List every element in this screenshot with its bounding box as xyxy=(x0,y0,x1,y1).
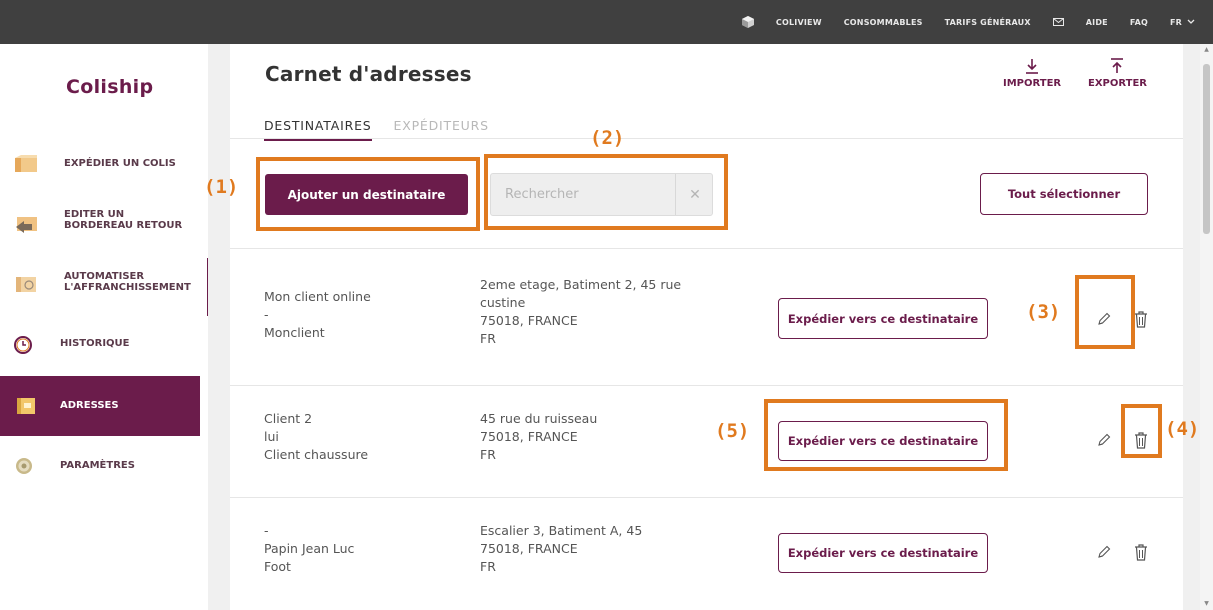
gear-icon xyxy=(16,458,32,474)
import-button[interactable]: IMPORTER xyxy=(1003,58,1061,89)
pencil-icon[interactable] xyxy=(1094,542,1114,562)
logo[interactable]: Coliship xyxy=(66,76,153,98)
mail-icon[interactable] xyxy=(1052,18,1064,26)
recipient-name-line: Monclient xyxy=(264,325,325,340)
recipient-name-line: - xyxy=(264,523,269,538)
topnav-consommables[interactable]: CONSOMMABLES xyxy=(844,18,923,27)
annotation-label-5: (5) xyxy=(715,420,750,442)
annotation-box-1 xyxy=(256,157,480,231)
recipient-name-line: - xyxy=(264,307,269,322)
sidebar-item-bordereau[interactable]: EDITER UN BORDEREAU RETOUR xyxy=(0,194,200,254)
page-title: Carnet d'adresses xyxy=(265,62,472,86)
clock-icon xyxy=(14,336,32,354)
address-line: 2eme etage, Batiment 2, 45 rue xyxy=(480,277,682,292)
recipient-name-line: lui xyxy=(264,429,279,444)
select-all-button[interactable]: Tout sélectionner xyxy=(980,173,1148,215)
divider xyxy=(230,497,1183,498)
upload-icon xyxy=(1111,58,1124,73)
address-line: 75018, FRANCE xyxy=(480,313,578,328)
sidebar-item-label: PARAMÈTRES xyxy=(60,460,135,471)
sidebar-item-label-2: BORDEREAU RETOUR xyxy=(64,220,183,231)
import-label: IMPORTER xyxy=(1003,78,1062,89)
package-icon xyxy=(15,155,37,172)
address-line: 75018, FRANCE xyxy=(480,429,578,444)
recipient-name-line: Client chaussure xyxy=(264,447,369,462)
annotation-label-2: (2) xyxy=(590,127,625,149)
ship-to-recipient-button[interactable]: Expédier vers ce destinataire xyxy=(778,533,988,573)
sidebar-item-label: ADRESSES xyxy=(60,400,119,411)
address-line: Escalier 3, Batiment A, 45 xyxy=(480,523,643,538)
recipient-name-line: Mon client online xyxy=(264,289,371,304)
return-package-icon xyxy=(16,217,37,233)
download-icon xyxy=(1026,59,1039,74)
annotation-box-3 xyxy=(1075,275,1135,349)
address-line: 45 rue du ruisseau xyxy=(480,411,598,426)
divider xyxy=(230,138,1183,139)
sidebar-item-expedier[interactable]: EXPÉDIER UN COLIS xyxy=(0,134,200,194)
divider xyxy=(230,385,1183,386)
address-line: 75018, FRANCE xyxy=(480,541,578,556)
scrollbar[interactable] xyxy=(1200,44,1213,610)
annotation-box-5 xyxy=(764,399,1008,471)
recipient-names: Mon client online - Monclient xyxy=(264,288,371,342)
top-nav: COLIVIEW CONSOMMABLES TARIFS GÉNÉRAUX AI… xyxy=(741,0,1195,44)
scrollbar-thumb[interactable] xyxy=(1203,64,1210,234)
address-line: FR xyxy=(480,559,496,574)
pencil-icon[interactable] xyxy=(1094,430,1114,450)
divider xyxy=(230,248,1183,249)
annotation-box-2 xyxy=(484,154,728,230)
address-line: FR xyxy=(480,331,496,346)
sidebar-item-label: EXPÉDIER UN COLIS xyxy=(64,158,176,169)
annotation-label-1: (1) xyxy=(204,176,239,198)
annotation-label-4: (4) xyxy=(1165,418,1200,440)
scroll-up-arrow[interactable]: ▲ xyxy=(1200,44,1213,56)
recipient-names: - Papin Jean Luc Foot xyxy=(264,522,354,576)
language-label: FR xyxy=(1169,17,1182,27)
sidebar-item-label: EDITER UN xyxy=(64,209,125,220)
export-button[interactable]: EXPORTER xyxy=(1088,58,1147,89)
sidebar-item-label: HISTORIQUE xyxy=(60,338,130,349)
topnav-aide[interactable]: AIDE xyxy=(1086,18,1108,27)
address-book-icon xyxy=(17,398,35,414)
trash-icon[interactable] xyxy=(1131,542,1151,562)
cube-icon[interactable] xyxy=(741,16,754,28)
address-line: custine xyxy=(480,295,526,310)
top-bar: COLIVIEW CONSOMMABLES TARIFS GÉNÉRAUX AI… xyxy=(0,0,1213,44)
sidebar-item-historique[interactable]: HISTORIQUE xyxy=(0,314,200,374)
recipient-name-line: Foot xyxy=(264,559,291,574)
recipient-address: 2eme etage, Batiment 2, 45 rue custine 7… xyxy=(480,276,681,348)
topnav-coliview[interactable]: COLIVIEW xyxy=(776,18,822,27)
chevron-down-icon xyxy=(1187,19,1195,24)
annotation-label-3: (3) xyxy=(1026,301,1061,323)
sidebar-item-label: AUTOMATISER xyxy=(64,271,145,282)
recipient-name-line: Papin Jean Luc xyxy=(264,541,355,556)
auto-package-icon xyxy=(16,277,36,292)
sidebar-item-automatiser[interactable]: AUTOMATISER L'AFFRANCHISSEMENT xyxy=(0,254,200,314)
topnav-tarifs[interactable]: TARIFS GÉNÉRAUX xyxy=(945,18,1031,27)
scroll-down-arrow[interactable]: ▼ xyxy=(1200,598,1213,610)
language-select[interactable]: FR xyxy=(1170,18,1195,27)
recipient-name-line: Client 2 xyxy=(264,411,313,426)
ship-to-recipient-button[interactable]: Expédier vers ce destinataire xyxy=(778,298,988,339)
recipient-names: Client 2 lui Client chaussure xyxy=(264,410,368,464)
export-label: EXPORTER xyxy=(1088,78,1147,89)
address-line: FR xyxy=(480,447,496,462)
recipient-address: Escalier 3, Batiment A, 45 75018, FRANCE… xyxy=(480,522,642,576)
sidebar-item-parametres[interactable]: PARAMÈTRES xyxy=(0,436,200,496)
sidebar-item-adresses[interactable]: ADRESSES xyxy=(0,376,200,436)
recipient-address: 45 rue du ruisseau 75018, FRANCE FR xyxy=(480,410,597,464)
sidebar-item-label-2: L'AFFRANCHISSEMENT xyxy=(64,282,191,293)
topnav-faq[interactable]: FAQ xyxy=(1130,18,1148,27)
annotation-box-4 xyxy=(1121,404,1162,458)
